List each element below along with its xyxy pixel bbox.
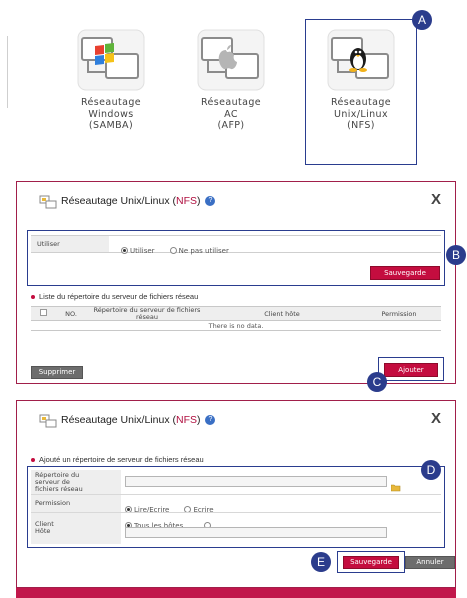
delete-button[interactable]: Supprimer bbox=[31, 366, 83, 379]
callout-marker-d: D bbox=[421, 460, 441, 480]
use-radio-group: Utiliser Ne pas utiliser bbox=[121, 240, 239, 259]
save-button[interactable]: Sauvegarde bbox=[343, 556, 399, 569]
directory-input[interactable] bbox=[125, 476, 387, 487]
permission-label: Permission bbox=[35, 499, 71, 507]
callout-marker-c: C bbox=[367, 372, 387, 392]
column-header: Permission bbox=[357, 306, 441, 321]
directory-table: NO. Répertoire du serveur de fichiers ré… bbox=[31, 306, 441, 331]
linux-network-icon bbox=[326, 28, 396, 92]
dialog-header: Réseautage Unix/Linux (NFS) ? X bbox=[17, 401, 455, 441]
linux-network-option[interactable]: Réseautage Unix/Linux (NFS) bbox=[313, 28, 409, 132]
partial-network-option bbox=[0, 36, 8, 108]
use-label: Utiliser bbox=[37, 240, 60, 248]
section-title: Ajouté un répertoire de serveur de fichi… bbox=[31, 455, 204, 464]
column-header: Répertoire du serveur de fichiers réseau bbox=[87, 306, 207, 321]
client-host-input[interactable] bbox=[125, 527, 387, 538]
windows-network-option[interactable]: Réseautage Windows (SAMBA) bbox=[63, 28, 159, 132]
windows-network-icon bbox=[76, 28, 146, 92]
callout-marker-e: E bbox=[311, 552, 331, 572]
dialog-title: Réseautage Unix/Linux (NFS) ? bbox=[61, 195, 216, 207]
close-button[interactable]: X bbox=[431, 191, 441, 208]
radio-dont-use-label: Ne pas utiliser bbox=[178, 246, 229, 255]
apple-network-label: Réseautage AC (AFP) bbox=[200, 97, 262, 131]
windows-network-label: Réseautage Windows (SAMBA) bbox=[80, 97, 142, 131]
cancel-button[interactable]: Annuler bbox=[405, 556, 455, 569]
dialog-header: Réseautage Unix/Linux (NFS) ? X bbox=[17, 182, 455, 222]
help-icon[interactable]: ? bbox=[205, 415, 216, 426]
dialog-title: Réseautage Unix/Linux (NFS) ? bbox=[61, 414, 216, 426]
row-divider bbox=[31, 494, 441, 495]
list-title: Liste du répertoire du serveur de fichie… bbox=[31, 292, 198, 301]
client-host-label: Client Hôte bbox=[35, 520, 54, 535]
radio-dont-use[interactable] bbox=[169, 247, 177, 254]
column-header: NO. bbox=[55, 306, 87, 321]
radio-use[interactable] bbox=[121, 247, 128, 254]
select-all-checkbox[interactable] bbox=[39, 309, 47, 316]
column-header: Client hôte bbox=[207, 306, 357, 321]
bottom-band bbox=[16, 588, 456, 598]
row-divider bbox=[31, 512, 441, 513]
table-row: There is no data. bbox=[31, 320, 441, 331]
save-button[interactable]: Sauvegarde bbox=[370, 266, 440, 280]
folder-icon[interactable] bbox=[390, 477, 401, 492]
close-button[interactable]: X bbox=[431, 410, 441, 427]
use-row: Utiliser Utiliser Ne pas utiliser bbox=[31, 235, 441, 255]
callout-marker-a: A bbox=[412, 10, 432, 30]
apple-network-icon bbox=[196, 28, 266, 92]
network-folder-icon bbox=[39, 413, 57, 428]
select-all-cell bbox=[31, 306, 55, 321]
linux-network-label: Réseautage Unix/Linux (NFS) bbox=[330, 97, 392, 131]
apple-network-option[interactable]: Réseautage AC (AFP) bbox=[183, 28, 279, 132]
directory-label: Répertoire du serveur de fichiers réseau bbox=[35, 471, 83, 493]
network-folder-icon bbox=[39, 194, 57, 209]
add-directory-dialog: Réseautage Unix/Linux (NFS) ? X Ajouté u… bbox=[16, 400, 456, 588]
empty-message: There is no data. bbox=[31, 320, 441, 331]
add-button[interactable]: Ajouter bbox=[384, 363, 438, 377]
callout-marker-b: B bbox=[446, 245, 466, 265]
radio-use-label: Utiliser bbox=[130, 246, 155, 255]
help-icon[interactable]: ? bbox=[205, 196, 216, 207]
nfs-settings-dialog: Réseautage Unix/Linux (NFS) ? X Utiliser… bbox=[16, 181, 456, 384]
